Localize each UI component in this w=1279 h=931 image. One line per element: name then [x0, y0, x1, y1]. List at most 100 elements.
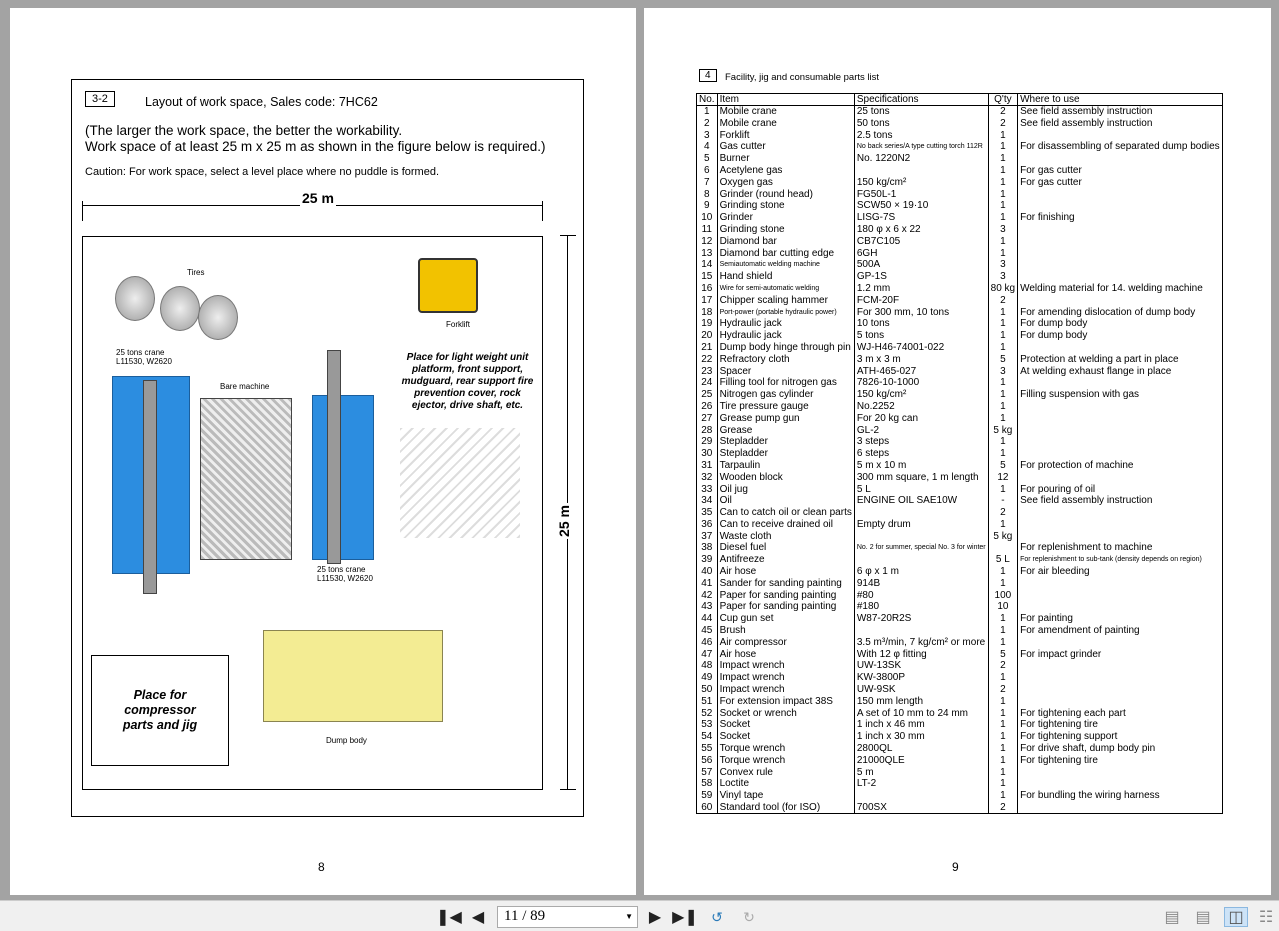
- row-where-to-use: [1017, 506, 1223, 519]
- row-qty: 2: [987, 801, 1018, 814]
- row-where-to-use: Welding material for 14. welding machine: [1017, 282, 1223, 295]
- row-qty: 5 kg: [987, 530, 1018, 543]
- dimension-tick: [82, 201, 83, 221]
- row-item: Oil jug: [716, 483, 855, 495]
- chevron-down-icon[interactable]: ▼: [625, 912, 633, 921]
- previous-page-button[interactable]: ◀: [468, 907, 488, 927]
- row-specifications: 6 steps: [853, 447, 989, 460]
- row-no: 28: [696, 424, 718, 437]
- table-row: 46 Air compressor 3.5 m³/min, 7 kg/cm² or …: [696, 636, 1223, 649]
- row-no: 10: [696, 211, 718, 224]
- crane-boom: [327, 350, 341, 564]
- continuous-view-icon[interactable]: ▤: [1193, 907, 1213, 927]
- row-no: 53: [696, 719, 718, 731]
- row-where-to-use: [1017, 341, 1223, 354]
- row-item: Tarpaulin: [716, 459, 855, 472]
- intro-line-1: (The larger the work space, the better t…: [85, 123, 403, 138]
- table-row: 7 Oxygen gas 150 kg/cm² 1 For gas cutter: [696, 176, 1223, 189]
- intro-line-2: Work space of at least 25 m x 25 m as sh…: [85, 139, 546, 154]
- row-no: 4: [696, 141, 718, 153]
- header-no: No.: [696, 93, 718, 107]
- table-row: 58 Loctite LT-2 1: [696, 778, 1223, 790]
- row-specifications: KW-3800P: [853, 671, 989, 684]
- table-row: 42 Paper for sanding painting #80 100: [696, 589, 1223, 602]
- table-row: 41 Sander for sanding painting 914B 1: [696, 577, 1223, 590]
- table-row: 29 Stepladder 3 steps 1: [696, 436, 1223, 448]
- rotate-back-icon[interactable]: ↻: [738, 907, 760, 927]
- row-where-to-use: For tightening tire: [1017, 754, 1223, 767]
- row-where-to-use: For protection of machine: [1017, 459, 1223, 472]
- row-where-to-use: [1017, 447, 1223, 460]
- table-row: 43 Paper for sanding painting #180 10: [696, 601, 1223, 613]
- table-row: 13 Diamond bar cutting edge 6GH 1: [696, 247, 1223, 260]
- two-page-continuous-view-icon[interactable]: ☷: [1256, 907, 1276, 927]
- row-item: Air hose: [716, 648, 855, 661]
- row-specifications: [853, 530, 989, 543]
- page-number-field[interactable]: 11 / 89 ▼: [497, 906, 638, 928]
- table-row: 20 Hydraulic jack 5 tons 1 For dump body: [696, 329, 1223, 342]
- row-item: Standard tool (for ISO): [716, 801, 855, 814]
- section-number: 4: [699, 69, 717, 82]
- row-item: Diesel fuel: [716, 542, 855, 554]
- table-row: 17 Chipper scaling hammer FCM-20F 2: [696, 294, 1223, 307]
- page-9: 4 Facility, jig and consumable parts lis…: [644, 8, 1271, 895]
- row-where-to-use: For replenishment to sub-tank (density d…: [1017, 553, 1223, 566]
- row-no: 36: [696, 518, 718, 531]
- row-item: Mobile crane: [716, 105, 855, 118]
- row-no: 38: [696, 542, 718, 554]
- table-row: 59 Vinyl tape 1 For bundling the wiring har…: [696, 789, 1223, 802]
- dimension-label-horizontal: 25 m: [300, 190, 336, 206]
- row-no: 2: [696, 117, 718, 130]
- row-specifications: 2800QL: [853, 742, 989, 755]
- row-where-to-use: [1017, 436, 1223, 448]
- crane-boom: [143, 380, 157, 594]
- row-specifications: ENGINE OIL SAE10W: [853, 495, 989, 507]
- rotate-icon[interactable]: ↺: [706, 907, 728, 927]
- row-item: Diamond bar: [716, 235, 855, 248]
- two-page-view-icon[interactable]: ◫: [1224, 907, 1248, 927]
- row-specifications: 500A: [853, 259, 989, 271]
- compressor-area: Place for compressor parts and jig: [91, 655, 229, 766]
- row-where-to-use: [1017, 589, 1223, 602]
- row-item: Grinder: [716, 211, 855, 224]
- row-where-to-use: [1017, 188, 1223, 201]
- row-item: Forklift: [716, 129, 855, 142]
- row-item: Wooden block: [716, 471, 855, 484]
- row-qty: 1: [987, 388, 1018, 401]
- row-qty: 1: [987, 671, 1018, 684]
- row-no: 37: [696, 530, 718, 543]
- row-no: 30: [696, 447, 718, 460]
- crane-left-label: 25 tons crane L11530, W2620: [116, 348, 172, 366]
- row-item: Acetylene gas: [716, 164, 855, 177]
- single-page-view-icon[interactable]: ▤: [1162, 907, 1182, 927]
- table-row: 28 Grease GL-2 5 kg: [696, 424, 1223, 437]
- table-header: No. Item Specifications Q'ty Where to us…: [696, 93, 1223, 107]
- row-specifications: [853, 789, 989, 802]
- row-qty: 5 L: [987, 553, 1018, 566]
- row-no: 20: [696, 329, 718, 342]
- row-qty: 1: [987, 247, 1018, 260]
- row-item: Loctite: [716, 778, 855, 790]
- first-page-button[interactable]: ❚◀: [436, 907, 462, 927]
- row-qty: 1: [987, 624, 1018, 637]
- row-where-to-use: For impact grinder: [1017, 648, 1223, 661]
- row-no: 60: [696, 801, 718, 814]
- table-row: 30 Stepladder 6 steps 1: [696, 447, 1223, 460]
- row-no: 29: [696, 436, 718, 448]
- row-no: 46: [696, 636, 718, 649]
- row-item: Torque wrench: [716, 742, 855, 755]
- row-where-to-use: [1017, 636, 1223, 649]
- row-qty: 1: [987, 306, 1018, 319]
- row-specifications: W87-20R2S: [853, 612, 989, 625]
- forklift-label: Forklift: [446, 320, 470, 329]
- row-where-to-use: For dump body: [1017, 329, 1223, 342]
- row-item: Air compressor: [716, 636, 855, 649]
- row-specifications: 1 inch x 46 mm: [853, 719, 989, 731]
- table-row: 55 Torque wrench 2800QL 1 For drive shaft, d…: [696, 742, 1223, 755]
- next-page-button[interactable]: ▶: [645, 907, 665, 927]
- row-specifications: LT-2: [853, 778, 989, 790]
- row-qty: 1: [987, 730, 1018, 743]
- last-page-button[interactable]: ▶❚: [672, 907, 698, 927]
- caution-text: Caution: For work space, select a level …: [85, 166, 440, 178]
- row-where-to-use: [1017, 518, 1223, 531]
